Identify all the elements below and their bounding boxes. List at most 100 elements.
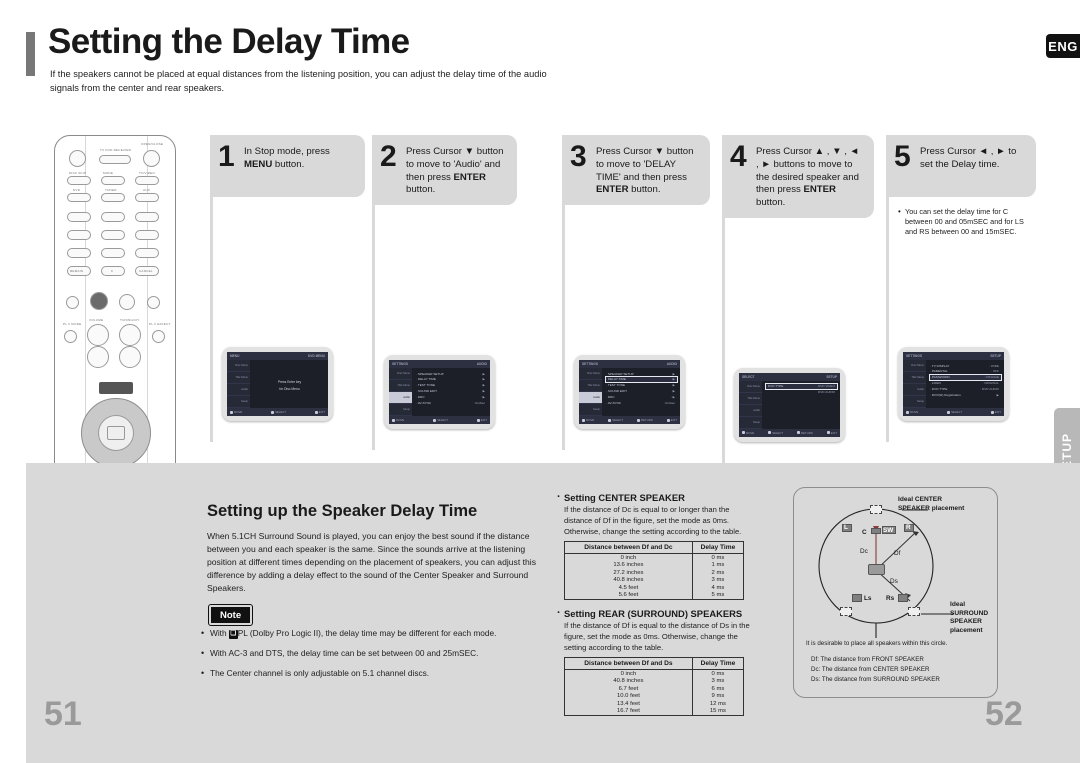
rear-speaker-table: Distance between Df and Ds Delay Time 0 in… bbox=[564, 657, 745, 716]
tv-menu-row[interactable]: · TEST TONE ▶ bbox=[606, 383, 677, 388]
tv-menu-row[interactable]: · SPEAKER SETUP ▶ bbox=[416, 371, 487, 376]
tv-sidebar-item[interactable]: Audio bbox=[739, 405, 762, 417]
tv-status-dot-icon bbox=[637, 418, 641, 422]
tv-menu-row[interactable]: · PARENTAL: OFF bbox=[930, 369, 1001, 374]
tv-menu-value: : ▶ bbox=[670, 394, 675, 399]
speaker-r-label: R bbox=[906, 524, 911, 531]
tv-titlebar: SETTINGS AUDIO bbox=[389, 360, 490, 368]
table-cell: 0 inch bbox=[564, 553, 693, 562]
tv-titlebar: SETTINGS AUDIO bbox=[579, 360, 680, 368]
tv-sidebar-item[interactable]: Disc Menu bbox=[579, 368, 602, 380]
table-row: 40.8 inches 3 ms bbox=[564, 576, 745, 584]
tv-status-item: MOVE bbox=[742, 431, 754, 435]
tv-status-dot-icon bbox=[476, 418, 480, 422]
tv-status-label: EXIT bbox=[318, 410, 325, 414]
tv-status-dot-icon bbox=[768, 431, 772, 435]
tv-menu-row[interactable]: · AV-SYNC: 0mSec bbox=[416, 400, 487, 405]
tv-menu-row[interactable]: · LOGO: ORIGINAL bbox=[930, 380, 1001, 385]
diagram-footnote-df: Df: The distance from FRONT SPEAKER bbox=[811, 656, 924, 663]
tv-status-label: SELECT bbox=[275, 410, 286, 414]
tv-title-left: SETTINGS bbox=[582, 362, 598, 366]
tv-sidebar-item[interactable]: Disc Menu bbox=[739, 381, 762, 393]
page-intro-text: If the speakers cannot be placed at equa… bbox=[50, 69, 547, 93]
tv-menu-value: DVD VIDEO bbox=[817, 384, 835, 389]
tv-menu-row[interactable]: · DVD TYPE DVD VIDEO bbox=[765, 382, 838, 390]
tv-menu-row[interactable]: · SOUND EDIT ▶ bbox=[416, 388, 487, 393]
tv-menu-row[interactable]: · SOUND EDIT ▶ bbox=[606, 388, 677, 393]
diagram-caption-surround: Ideal SURROUND SPEAKER placement bbox=[950, 601, 989, 634]
tv-menu-label: · DELAY TIME bbox=[606, 377, 626, 382]
tv-menu-row[interactable]: · PASSWORD : CHANGE bbox=[929, 373, 1002, 381]
tv-sidebar-item[interactable]: Setup bbox=[903, 396, 926, 408]
tv-sidebar-item[interactable]: Disc Menu bbox=[903, 360, 926, 372]
tv-sidebar-item[interactable]: Disc Menu bbox=[389, 368, 412, 380]
table-cell: 16.7 feet bbox=[564, 707, 693, 716]
note-list: With ❏PL (Dolby Pro Logic II), the delay… bbox=[200, 627, 550, 689]
table-row: 0 inch 0 ms bbox=[564, 553, 745, 562]
tv-menu-row[interactable]: · TV DISPLAY: WIDE bbox=[930, 363, 1001, 368]
tv-sidebar-item[interactable]: Audio bbox=[903, 384, 926, 396]
tv-sidebar-item[interactable]: Title Menu bbox=[903, 372, 926, 384]
table-row: 13.6 inches 1 ms bbox=[564, 561, 745, 570]
tv-status-dot-icon bbox=[271, 410, 275, 414]
tv-menu-row[interactable]: · SPEAKER SETUP ▶ bbox=[606, 371, 677, 376]
tv-sidebar-item[interactable]: Title Menu bbox=[227, 372, 250, 384]
tv-menu-row[interactable]: · DELAY TIME ▶ bbox=[416, 377, 487, 382]
tv-menu-row[interactable]: · DELAY TIME ▶ bbox=[605, 375, 678, 384]
tv-sidebar-item[interactable]: Audio bbox=[227, 384, 250, 396]
tv-menu-row[interactable]: · DVD TYPE: DVD AUDIO bbox=[930, 386, 1001, 391]
table-cell: 40.8 inches bbox=[564, 576, 693, 584]
step-2: 2 Press Cursor ▼ button to move to 'Audi… bbox=[372, 135, 517, 450]
tv-menu-row[interactable]: DVD AUDIO bbox=[766, 390, 837, 395]
tv-sidebar-item[interactable]: Setup bbox=[739, 417, 762, 429]
tv-screen-content: SETTINGS AUDIO Disc Menu Title Menu Audio Set… bbox=[579, 360, 680, 424]
tv-status-label: SELECT bbox=[437, 418, 448, 422]
tv-main-area: · SPEAKER SETUP ▶ · DELAY TIME ▶ · TEST TONE… bbox=[412, 368, 490, 416]
step-2-body: SETTINGS AUDIO Disc Menu Title Menu Audio Set… bbox=[372, 205, 517, 450]
table-header-cell: Delay Time bbox=[691, 657, 745, 671]
table-row: 13.4 feet 12 ms bbox=[564, 699, 745, 708]
tv-menu-row[interactable]: · AV-SYNC: 0mSec bbox=[606, 400, 677, 405]
step-2-text: Press Cursor ▼ button to move to 'Audio'… bbox=[406, 146, 504, 196]
tv-sidebar-item[interactable]: Audio bbox=[389, 392, 412, 404]
section-title: Setting up the Speaker Delay Time bbox=[207, 502, 478, 520]
table-cell: 40.8 inches bbox=[564, 677, 693, 686]
table-row: 4.5 feet 4 ms bbox=[564, 583, 745, 592]
table-header-cell: Distance between Df and Dc bbox=[564, 541, 693, 555]
note-item: With AC-3 and DTS, the delay time can be… bbox=[200, 647, 550, 659]
tv-menu-label: · DRC bbox=[606, 394, 615, 399]
tv-statusbar: MOVE SELECT EXIT bbox=[227, 408, 328, 416]
tv-sidebar-item[interactable]: Title Menu bbox=[579, 380, 602, 392]
tv-screen-content: MENU DVD MENU Disc Menu Title Menu Audio Setu… bbox=[227, 352, 328, 416]
tv-sidebar-item[interactable]: Title Menu bbox=[739, 393, 762, 405]
tv-sidebar-item[interactable]: Setup bbox=[227, 396, 250, 408]
tv-menu-value: : OFF bbox=[991, 369, 999, 374]
tv-menu-label: · PASSWORD bbox=[930, 375, 950, 380]
center-speaker-text: If the distance of Dc is equal to or lon… bbox=[564, 505, 742, 536]
tv-status-item: SELECT bbox=[947, 410, 962, 414]
tv-menu-row[interactable]: · DRC : ▶ bbox=[606, 394, 677, 399]
tv-sidebar-item[interactable]: Setup bbox=[389, 404, 412, 416]
tv-sidebar-item[interactable]: Title Menu bbox=[389, 380, 412, 392]
diagram-footnote-dc: Dc: The distance from CENTER SPEAKER bbox=[811, 666, 930, 673]
tv-status-label: EXIT bbox=[480, 418, 487, 422]
tv-menu-value: : ▶ bbox=[480, 394, 485, 399]
tv-status-dot-icon bbox=[392, 418, 395, 422]
table-cell: 12 ms bbox=[691, 699, 745, 708]
tv-sidebar-item[interactable]: Setup bbox=[579, 404, 602, 416]
tv-menu-value: : CHANGE bbox=[984, 375, 999, 380]
tv-menu-row[interactable]: · TEST TONE ▶ bbox=[416, 383, 487, 388]
step-4: 4 Press Cursor ▲ , ▼ , ◄ , ► buttons to … bbox=[722, 135, 874, 463]
tv-sidebar: Disc Menu Title Menu Audio Setup bbox=[389, 368, 412, 416]
listener-icon bbox=[868, 564, 885, 575]
step-1: 1 In Stop mode, press MENU button. MENU D… bbox=[210, 135, 365, 442]
tv-menu-label: · SPEAKER SETUP bbox=[606, 371, 634, 376]
tv-sidebar-item[interactable]: Audio bbox=[579, 392, 602, 404]
tv-status-item: MOVE bbox=[230, 410, 242, 414]
tv-screen-5: SETTINGS SETUP Disc Menu Title Menu Audio Set… bbox=[898, 347, 1009, 421]
tv-menu-row[interactable]: · DIVX(R) Registration ▶ bbox=[930, 392, 1001, 397]
tv-sidebar-item[interactable]: Disc Menu bbox=[227, 360, 250, 372]
tv-menu-label: · LOGO bbox=[930, 380, 941, 385]
tv-menu-row[interactable]: · DRC: ▶ bbox=[416, 394, 487, 399]
tv-menu-value: DVD AUDIO bbox=[817, 390, 835, 395]
